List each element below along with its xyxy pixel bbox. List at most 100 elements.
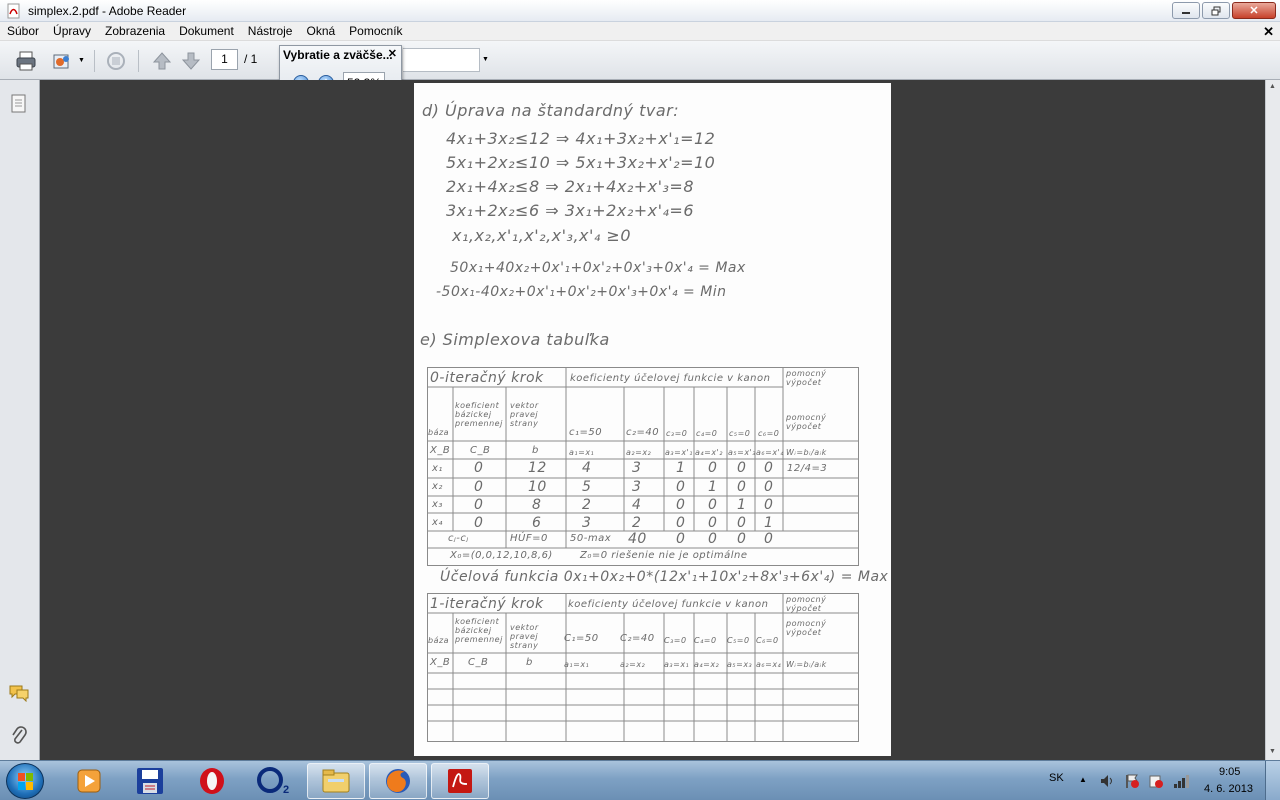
table0-subheader: c₂=40: [626, 427, 660, 438]
table0-cell: 0: [708, 460, 718, 476]
svg-text:2: 2: [283, 784, 289, 796]
show-desktop-button[interactable]: [1265, 761, 1280, 800]
close-icon: ✕: [1249, 5, 1259, 17]
action-center-flag-icon[interactable]: [1124, 773, 1140, 789]
table1-subheader: C₆=0: [756, 636, 779, 645]
table0-key: a₃=x'₁: [665, 448, 693, 457]
scroll-down-icon[interactable]: ▼: [1269, 748, 1276, 755]
table0-key: a₆=x'₄: [756, 448, 784, 457]
window-title: simplex.2.pdf - Adobe Reader: [28, 3, 187, 18]
table1-key: a₁=x₁: [564, 660, 590, 669]
table0-cell: 0: [737, 460, 747, 476]
taskbar-app[interactable]: [307, 763, 365, 799]
share-dropdown-arrow-icon[interactable]: ▼: [78, 57, 85, 64]
show-hidden-icons-icon[interactable]: ▲: [1079, 775, 1087, 784]
pages-panel-button[interactable]: [8, 93, 30, 115]
close-button[interactable]: ✕: [1232, 2, 1276, 19]
print-button[interactable]: [13, 48, 39, 74]
vertical-scrollbar[interactable]: ▲ ▼: [1265, 80, 1280, 760]
zoom-dropdown[interactable]: [403, 48, 480, 72]
scroll-up-icon[interactable]: ▲: [1269, 83, 1276, 90]
table0-cell: 3: [582, 515, 592, 531]
document-viewport[interactable]: d) Úprava na štandardný tvar: 4x₁+3x₂≤12…: [41, 80, 1265, 760]
security-alert-icon[interactable]: [1148, 773, 1164, 789]
table0-cell: 0: [474, 497, 484, 513]
menu-view[interactable]: Zobrazenia: [98, 24, 172, 38]
table0-key: Wᵢ=bᵢ/aᵢk: [786, 448, 827, 457]
table0-cell: 12: [528, 460, 547, 476]
paperclip-icon: [12, 726, 27, 744]
table1-header-mid: koeficienty účelovej funkcie v kanonicko…: [568, 599, 768, 610]
previous-page-button[interactable]: [149, 48, 175, 74]
share-icon: [53, 54, 69, 69]
document-close-icon[interactable]: ✕: [1263, 24, 1274, 40]
zoom-dropdown-arrow-icon[interactable]: ▼: [482, 56, 489, 63]
table0-key: C_B: [470, 445, 491, 456]
clock-time[interactable]: 9:05: [1219, 766, 1240, 778]
table0-header-left: 0-iteračný krok: [430, 370, 544, 386]
taskbar-app[interactable]: 2: [245, 763, 303, 799]
table1-key: b: [526, 657, 533, 668]
share-button[interactable]: [49, 48, 75, 74]
table0-cell: 1: [764, 515, 774, 531]
menu-help[interactable]: Pomocník: [342, 24, 409, 38]
zoom-panel-close-icon[interactable]: ✕: [388, 47, 397, 60]
language-indicator[interactable]: SK: [1049, 772, 1064, 784]
table0-cell: 4: [582, 460, 592, 476]
table0-subheader: c₄=0: [696, 429, 718, 438]
table1-subheader: C₁=50: [564, 633, 599, 644]
table0-key: a₅=x'₃: [728, 448, 756, 457]
minimize-icon: [1182, 11, 1190, 14]
doc-line: X₀=(0,0,12,10,8,6): [450, 550, 553, 561]
minimize-button[interactable]: [1172, 2, 1200, 19]
menu-edit[interactable]: Úpravy: [46, 24, 98, 38]
clock-date[interactable]: 4. 6. 2013: [1204, 783, 1253, 795]
network-signal-icon[interactable]: [1172, 772, 1190, 790]
save-app-icon: [137, 768, 163, 794]
table1-subheader: C₂=40: [620, 633, 655, 644]
next-page-button[interactable]: [178, 48, 204, 74]
table0-cell: 4: [632, 497, 642, 513]
table0-cell: 0: [737, 515, 747, 531]
volume-icon[interactable]: [1099, 773, 1115, 789]
taskbar-app[interactable]: [369, 763, 427, 799]
table0-key: a₄=x'₂: [695, 448, 723, 457]
taskbar-app[interactable]: [183, 763, 241, 799]
taskbar-app[interactable]: [431, 763, 489, 799]
page-number-input[interactable]: 1: [211, 49, 238, 70]
menu-tools[interactable]: Nástroje: [241, 24, 300, 38]
table0-cell: x₄: [432, 517, 443, 528]
table0-subheader: koeficient bázickej premennej: [455, 401, 503, 428]
table0-cj-cell: cⱼ-cⱼ: [448, 533, 469, 544]
media-player-icon: [77, 769, 101, 793]
menu-window[interactable]: Okná: [299, 24, 342, 38]
printer-icon: [16, 51, 36, 71]
table0-cell: 1: [676, 460, 686, 476]
arrow-up-icon: [152, 52, 172, 70]
doc-line: x₁,x₂,x'₁,x'₂,x'₃,x'₄ ≥0: [452, 226, 631, 245]
doc-line: 4x₁+3x₂≤12 ⇒ 4x₁+3x₂+x'₁=12: [446, 129, 716, 148]
table0-cell: 0: [764, 460, 774, 476]
taskbar: 2 SK ▲ 9:05 4. 6. 2013: [0, 760, 1280, 800]
taskbar-app[interactable]: [60, 763, 118, 799]
menu-file[interactable]: Súbor: [0, 24, 46, 38]
table0-cell: 3: [632, 479, 642, 495]
pages-icon: [11, 94, 26, 113]
table0-subheader: c₅=0: [729, 429, 751, 438]
table1-key: a₂=x₂: [620, 660, 646, 669]
comments-icon: [9, 685, 29, 702]
review-button[interactable]: [103, 48, 129, 74]
table0-cell: 0: [708, 515, 718, 531]
doc-line: Z₀=0 riešenie nie je optimálne: [580, 550, 748, 561]
attachments-panel-button[interactable]: [8, 725, 30, 747]
table1-key: X_B: [430, 657, 451, 668]
start-button[interactable]: [6, 763, 44, 799]
table0-cell: 0: [737, 479, 747, 495]
doc-line: Účelová funkcia 0x₁+0x₂+0*(12x'₁+10x'₂+8…: [440, 569, 889, 585]
table0-cj-cell: 40: [628, 531, 647, 547]
taskbar-app[interactable]: [121, 763, 179, 799]
table0-cell: 0: [474, 460, 484, 476]
comments-panel-button[interactable]: [8, 682, 30, 704]
restore-button[interactable]: [1202, 2, 1230, 19]
menu-document[interactable]: Dokument: [172, 24, 241, 38]
